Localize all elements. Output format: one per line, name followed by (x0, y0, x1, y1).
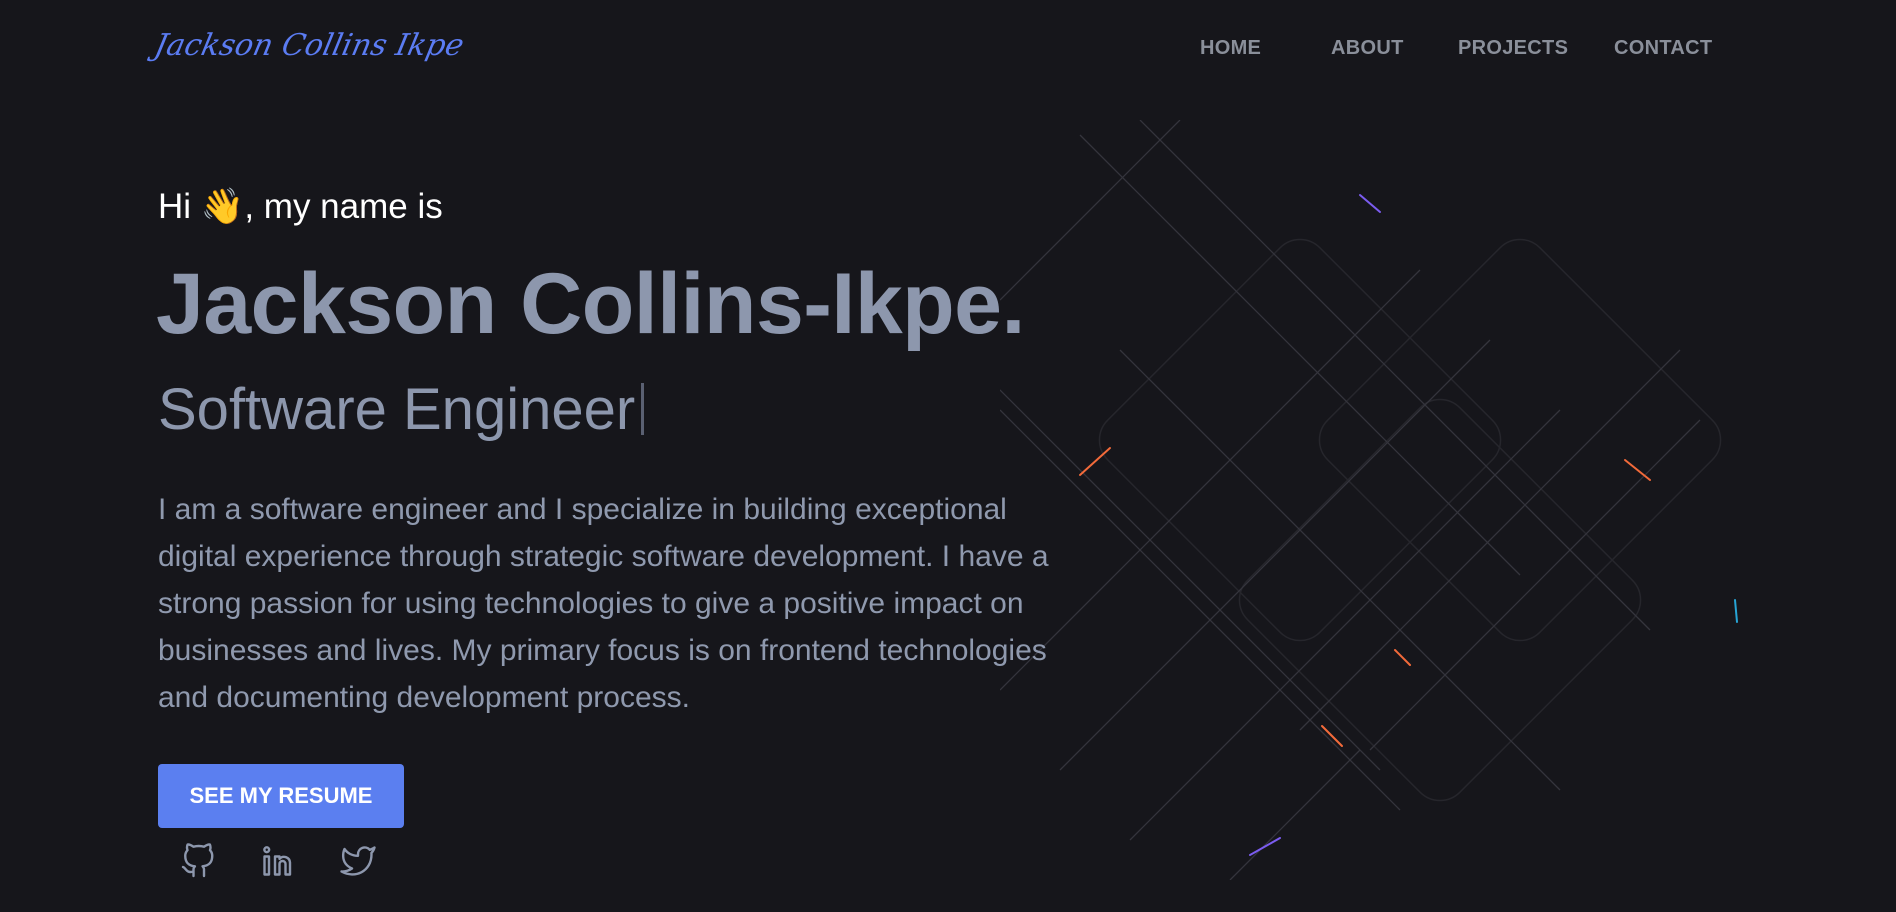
nav-contact[interactable]: CONTACT (1614, 37, 1712, 60)
typing-cursor (641, 383, 645, 435)
intro-line: I am a software engineer and I specializ… (158, 493, 1007, 526)
greeting-text: Hi 👋, my name is (158, 187, 443, 226)
twitter-icon[interactable] (340, 843, 376, 879)
intro-line: and documenting development process. (158, 681, 691, 714)
intro-line: strong passion for using technologies to… (158, 587, 1024, 620)
hero-name: Jackson Collins-Ikpe. (156, 256, 1025, 352)
nav-about[interactable]: ABOUT (1331, 37, 1404, 60)
hero-role: Software Engineer (158, 375, 645, 445)
nav-home[interactable]: HOME (1200, 37, 1261, 60)
portfolio-page: Jackson Collins Ikpe HOME ABOUT PROJECTS… (0, 0, 1896, 912)
nav-projects[interactable]: PROJECTS (1458, 37, 1568, 60)
signature-logo[interactable]: Jackson Collins Ikpe (151, 28, 467, 63)
intro-line: digital experience through strategic sof… (158, 540, 1049, 573)
see-resume-button[interactable]: SEE MY RESUME (158, 764, 404, 828)
role-text: Software Engineer (158, 377, 636, 442)
intro-line: businesses and lives. My primary focus i… (158, 634, 1047, 667)
github-icon[interactable] (180, 843, 216, 879)
intro-paragraph: I am a software engineer and I specializ… (158, 486, 1128, 721)
linkedin-icon[interactable] (260, 843, 296, 879)
